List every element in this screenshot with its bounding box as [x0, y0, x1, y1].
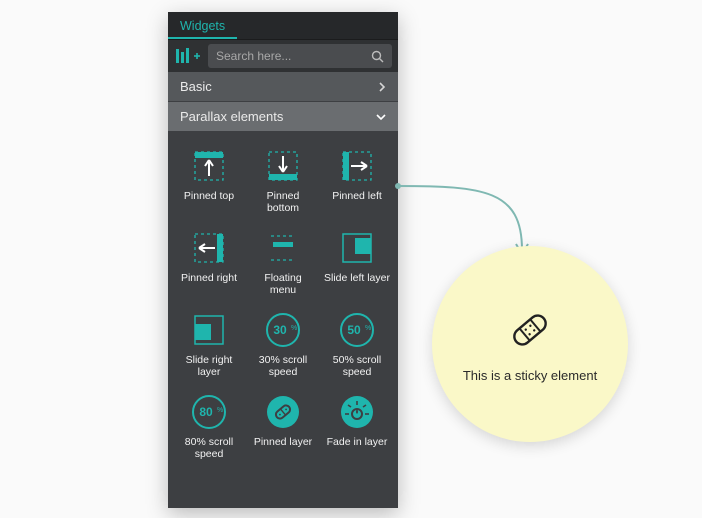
widget-label: Pinned bottom [250, 190, 316, 214]
widget-grid: Pinned top Pinned bottom [168, 132, 398, 473]
widget-slide-left-layer[interactable]: Slide left layer [320, 220, 394, 302]
widgets-panel: Widgets Basic Parall [168, 12, 398, 508]
floating-menu-icon [262, 228, 304, 268]
widget-label: 80% scroll speed [176, 436, 242, 460]
svg-text:%: % [291, 325, 297, 332]
bandaid-icon [506, 306, 554, 354]
widget-pinned-left[interactable]: Pinned left [320, 138, 394, 220]
callout-bubble: This is a sticky element [432, 246, 628, 442]
widget-50-scroll-speed[interactable]: 50 % 50% scroll speed [320, 302, 394, 384]
scroll-50-icon: 50 % [336, 310, 378, 350]
widget-label: Pinned layer [254, 436, 312, 448]
svg-text:30: 30 [273, 323, 287, 337]
widget-floating-menu[interactable]: Floating menu [246, 220, 320, 302]
tab-widgets[interactable]: Widgets [168, 12, 237, 39]
search-icon [371, 50, 384, 63]
category-basic-label: Basic [180, 79, 212, 94]
pinned-left-icon [336, 146, 378, 186]
widget-label: 50% scroll speed [324, 354, 390, 378]
widget-pinned-layer[interactable]: Pinned layer [246, 384, 320, 466]
slide-left-layer-icon [336, 228, 378, 268]
widget-label: Slide right layer [176, 354, 242, 378]
svg-text:50: 50 [347, 323, 361, 337]
widget-label: Pinned right [181, 272, 237, 284]
library-add-icon[interactable] [168, 47, 208, 65]
scroll-30-icon: 30 % [262, 310, 304, 350]
widget-pinned-bottom[interactable]: Pinned bottom [246, 138, 320, 220]
widget-fade-in-layer[interactable]: Fade in layer [320, 384, 394, 466]
slide-right-layer-icon [188, 310, 230, 350]
svg-text:%: % [217, 407, 223, 414]
svg-text:80: 80 [199, 405, 213, 419]
scroll-80-icon: 80 % [188, 392, 230, 432]
widget-label: Pinned top [184, 190, 234, 202]
callout-text: This is a sticky element [463, 368, 597, 383]
pinned-bottom-icon [262, 146, 304, 186]
widget-label: 30% scroll speed [250, 354, 316, 378]
chevron-right-icon [378, 82, 386, 92]
widget-slide-right-layer[interactable]: Slide right layer [172, 302, 246, 384]
chevron-down-icon [376, 113, 386, 121]
widget-label: Pinned left [332, 190, 382, 202]
pinned-layer-icon [262, 392, 304, 432]
widget-pinned-right[interactable]: Pinned right [172, 220, 246, 302]
widget-80-scroll-speed[interactable]: 80 % 80% scroll speed [172, 384, 246, 466]
widget-label: Floating menu [250, 272, 316, 296]
tab-bar: Widgets [168, 12, 398, 40]
category-parallax-label: Parallax elements [180, 109, 283, 124]
search-box[interactable] [208, 44, 392, 68]
widget-label: Fade in layer [327, 436, 388, 448]
widget-pinned-top[interactable]: Pinned top [172, 138, 246, 220]
widget-label: Slide left layer [324, 272, 390, 284]
toolbar [168, 40, 398, 72]
fade-in-layer-icon [336, 392, 378, 432]
category-basic[interactable]: Basic [168, 72, 398, 102]
search-input[interactable] [216, 49, 371, 63]
tab-widgets-label: Widgets [180, 19, 225, 33]
svg-text:%: % [365, 325, 371, 332]
category-parallax[interactable]: Parallax elements [168, 102, 398, 132]
pinned-right-icon [188, 228, 230, 268]
pinned-top-icon [188, 146, 230, 186]
widget-30-scroll-speed[interactable]: 30 % 30% scroll speed [246, 302, 320, 384]
